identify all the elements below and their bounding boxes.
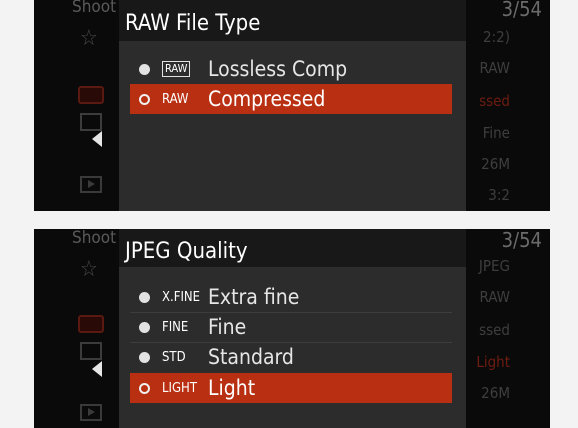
camera-tab-icon: [78, 315, 104, 333]
dialog-title: JPEG Quality: [119, 229, 466, 267]
option-label: Fine: [208, 315, 247, 339]
back-arrow-icon[interactable]: [92, 361, 102, 377]
xfine-badge-icon: X.FINE: [162, 289, 201, 305]
jpeg-quality-screen: Shoot 3/54 ☆ JPEG RAW ssed Light 26M JPE…: [34, 229, 550, 428]
background-page-indicator: 3/54: [501, 229, 542, 252]
radio-icon: [139, 321, 150, 333]
raw-badge-icon: RAW: [162, 91, 189, 107]
edit-tab-icon: [80, 342, 102, 360]
option-compressed[interactable]: RAW Compressed: [130, 84, 452, 114]
background-page-indicator: 3/54: [501, 0, 542, 21]
star-icon: ☆: [80, 257, 98, 282]
edit-tab-icon: [80, 113, 102, 131]
star-icon: ☆: [80, 26, 98, 51]
radio-icon: [139, 351, 150, 363]
raw-boxed-badge-icon: RAW: [162, 61, 208, 77]
option-lossless-comp[interactable]: RAW Lossless Comp: [130, 54, 452, 85]
option-extra-fine[interactable]: X.FINE Extra fine: [130, 282, 452, 313]
jpeg-quality-dialog: JPEG Quality X.FINE Extra fine FINE Fine…: [119, 229, 466, 428]
std-badge-icon: STD: [162, 349, 186, 365]
option-light[interactable]: LIGHT Light: [130, 373, 452, 403]
back-arrow-icon[interactable]: [92, 131, 102, 147]
light-badge-icon: LIGHT: [162, 380, 197, 396]
radio-icon: [139, 291, 150, 303]
option-standard[interactable]: STD Standard: [130, 342, 452, 372]
radio-icon: [139, 63, 150, 75]
raw-file-type-screen: Shoot 3/54 ☆ 2:2) RAW ssed Fine 26M 3:2 …: [34, 0, 550, 211]
fine-badge-icon: FINE: [162, 319, 189, 335]
option-label: Light: [208, 376, 256, 400]
option-label: Lossless Comp: [208, 57, 348, 81]
camera-tab-icon: [78, 86, 104, 104]
playback-tab-icon: [80, 176, 102, 193]
radio-selected-icon: [139, 93, 150, 105]
option-fine[interactable]: FINE Fine: [130, 312, 452, 343]
background-tab-title: Shoot: [72, 229, 117, 248]
option-label: Compressed: [208, 87, 326, 111]
playback-tab-icon: [80, 404, 102, 421]
option-label: Extra fine: [208, 285, 300, 309]
dialog-title: RAW File Type: [119, 0, 466, 41]
option-label: Standard: [208, 345, 294, 369]
radio-selected-icon: [139, 382, 150, 394]
raw-file-type-dialog: RAW File Type RAW Lossless Comp RAW Comp…: [119, 0, 466, 211]
background-tab-title: Shoot: [72, 0, 117, 17]
